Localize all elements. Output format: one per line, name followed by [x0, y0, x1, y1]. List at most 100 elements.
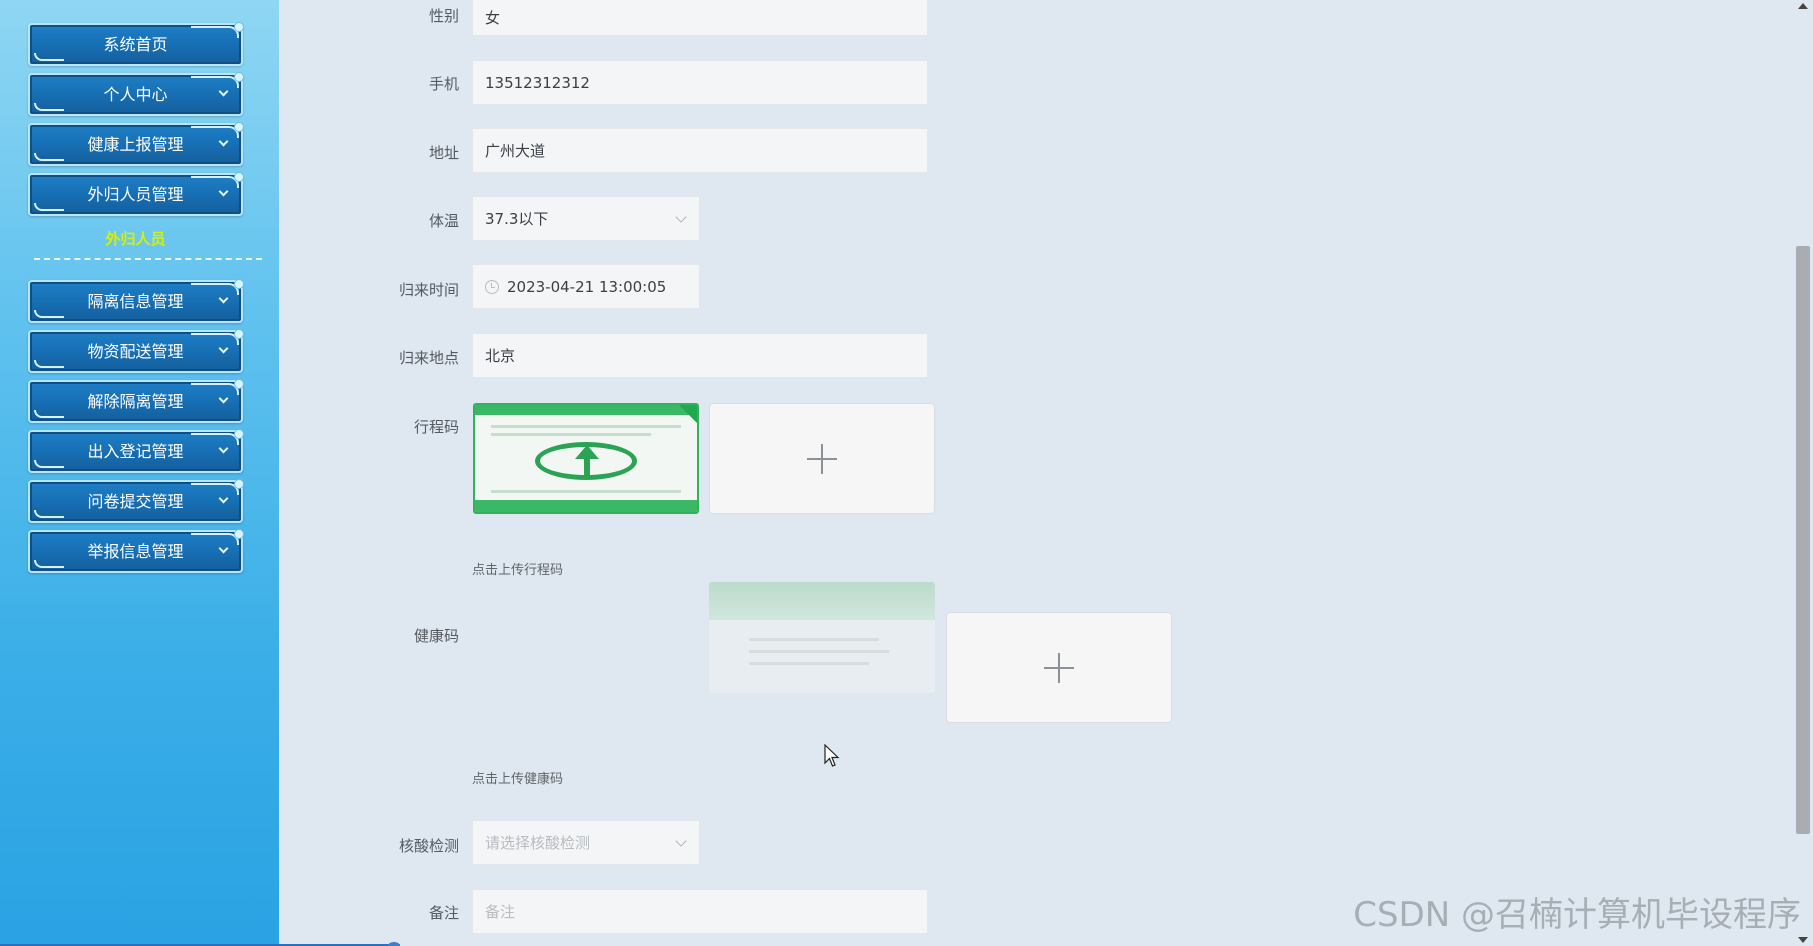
- decoration: [191, 383, 239, 395]
- decoration-dot: [234, 529, 244, 539]
- address-label: 地址: [428, 144, 459, 162]
- sidebar-item-label: 物资配送管理: [87, 342, 184, 361]
- temperature-value: 37.3以下: [485, 210, 549, 228]
- health-code-hint: 点击上传健康码: [472, 772, 564, 787]
- phone-field[interactable]: 13512312312: [472, 60, 928, 105]
- mouse-cursor-icon: [824, 744, 840, 767]
- decoration: [191, 76, 239, 88]
- image-line: [749, 662, 869, 665]
- nucleic-test-label: 核酸检测: [398, 837, 459, 855]
- sidebar-item-release-quarantine[interactable]: 解除隔离管理: [28, 379, 244, 423]
- nucleic-test-select[interactable]: 请选择核酸检测: [472, 820, 700, 865]
- decoration-dot: [234, 22, 244, 32]
- sidebar-item-label: 隔离信息管理: [87, 292, 184, 311]
- sidebar-item-entry-exit[interactable]: 出入登记管理: [28, 429, 244, 473]
- scroll-down-icon[interactable]: [1798, 937, 1808, 943]
- plus-icon: [1044, 652, 1074, 683]
- decoration: [191, 533, 239, 545]
- decoration: [34, 103, 64, 111]
- sidebar-item-supply-delivery[interactable]: 物资配送管理: [28, 329, 244, 373]
- return-place-label: 归来地点: [398, 349, 459, 367]
- image-line: [749, 650, 889, 653]
- decoration-dot: [234, 279, 244, 289]
- sidebar-item-label: 系统首页: [103, 35, 168, 54]
- return-time-label: 归来时间: [398, 281, 459, 299]
- image-line: [491, 425, 681, 428]
- decoration: [34, 410, 64, 418]
- chevron-down-icon: [218, 543, 229, 554]
- gender-field[interactable]: 女: [472, 0, 928, 36]
- decoration-dot: [234, 72, 244, 82]
- decoration: [34, 460, 64, 468]
- scroll-knob[interactable]: [388, 942, 400, 946]
- temperature-select[interactable]: 37.3以下: [472, 196, 700, 241]
- chevron-down-icon: [218, 393, 229, 404]
- return-time-picker[interactable]: 2023-04-21 13:00:05: [472, 264, 700, 309]
- health-code-upload-button[interactable]: [946, 612, 1172, 723]
- sidebar-item-health-report[interactable]: 健康上报管理: [28, 122, 244, 166]
- chevron-down-icon: [218, 343, 229, 354]
- sidebar-item-returnee[interactable]: 外归人员管理: [28, 172, 244, 216]
- sidebar-item-personal-center[interactable]: 个人中心: [28, 72, 244, 116]
- submenu-item-returnee[interactable]: 外归人员: [28, 228, 243, 249]
- decoration-dot: [234, 329, 244, 339]
- sidebar-item-home[interactable]: 系统首页: [28, 22, 244, 66]
- chevron-down-icon: [218, 186, 229, 197]
- image-line: [491, 490, 681, 493]
- temperature-label: 体温: [428, 212, 459, 230]
- decoration-dot: [234, 429, 244, 439]
- decoration: [34, 310, 64, 318]
- sidebar-item-label: 健康上报管理: [87, 135, 184, 154]
- decoration-dot: [234, 172, 244, 182]
- return-place-field[interactable]: 北京: [472, 333, 928, 378]
- sidebar-item-label: 举报信息管理: [87, 542, 184, 561]
- sidebar: 系统首页 个人中心 健康上报管理 外归人员管理 外归人员 隔离信息管理 物资配送…: [0, 0, 279, 946]
- address-field[interactable]: 广州大道: [472, 128, 928, 173]
- health-code-label: 健康码: [413, 627, 459, 645]
- vertical-scrollbar[interactable]: [1793, 0, 1813, 946]
- chevron-down-icon: [218, 136, 229, 147]
- decoration: [34, 360, 64, 368]
- nucleic-test-placeholder: 请选择核酸检测: [485, 834, 591, 852]
- image-header: [709, 582, 935, 620]
- remark-field[interactable]: 备注: [472, 889, 928, 934]
- arrow-stem: [584, 457, 590, 479]
- decoration: [191, 126, 239, 138]
- gender-label: 性别: [428, 7, 459, 25]
- image-line: [749, 638, 879, 641]
- return-time-value: 2023-04-21 13:00:05: [507, 277, 667, 296]
- scroll-thumb[interactable]: [1796, 246, 1810, 834]
- image-header: [475, 405, 697, 415]
- image-footer: [475, 500, 697, 512]
- decoration: [191, 283, 239, 295]
- health-code-image[interactable]: [709, 582, 935, 693]
- trip-code-upload-button[interactable]: [709, 403, 935, 514]
- clock-icon: [485, 279, 499, 294]
- image-line: [491, 433, 651, 436]
- decoration: [34, 53, 64, 61]
- sidebar-item-label: 外归人员管理: [87, 185, 184, 204]
- phone-label: 手机: [428, 75, 459, 93]
- trip-code-hint: 点击上传行程码: [472, 563, 564, 578]
- gender-value: 女: [485, 9, 501, 27]
- sidebar-item-report-info[interactable]: 举报信息管理: [28, 529, 244, 573]
- chevron-down-icon: [218, 443, 229, 454]
- sidebar-item-quarantine-info[interactable]: 隔离信息管理: [28, 279, 244, 323]
- decoration: [34, 203, 64, 211]
- scroll-up-icon[interactable]: [1798, 3, 1808, 9]
- sidebar-item-questionnaire[interactable]: 问卷提交管理: [28, 479, 244, 523]
- chevron-down-icon: [218, 293, 229, 304]
- trip-code-image[interactable]: [473, 403, 699, 514]
- decoration: [191, 433, 239, 445]
- return-place-value: 北京: [485, 347, 516, 365]
- chevron-down-icon: [218, 86, 229, 97]
- decoration: [34, 560, 64, 568]
- decoration: [191, 483, 239, 495]
- sidebar-item-label: 问卷提交管理: [87, 492, 184, 511]
- chevron-down-icon: [675, 210, 687, 223]
- image-corner: [677, 405, 697, 425]
- decoration: [34, 510, 64, 518]
- remark-label: 备注: [428, 904, 459, 922]
- sidebar-item-label: 出入登记管理: [87, 442, 184, 461]
- decoration-dot: [234, 379, 244, 389]
